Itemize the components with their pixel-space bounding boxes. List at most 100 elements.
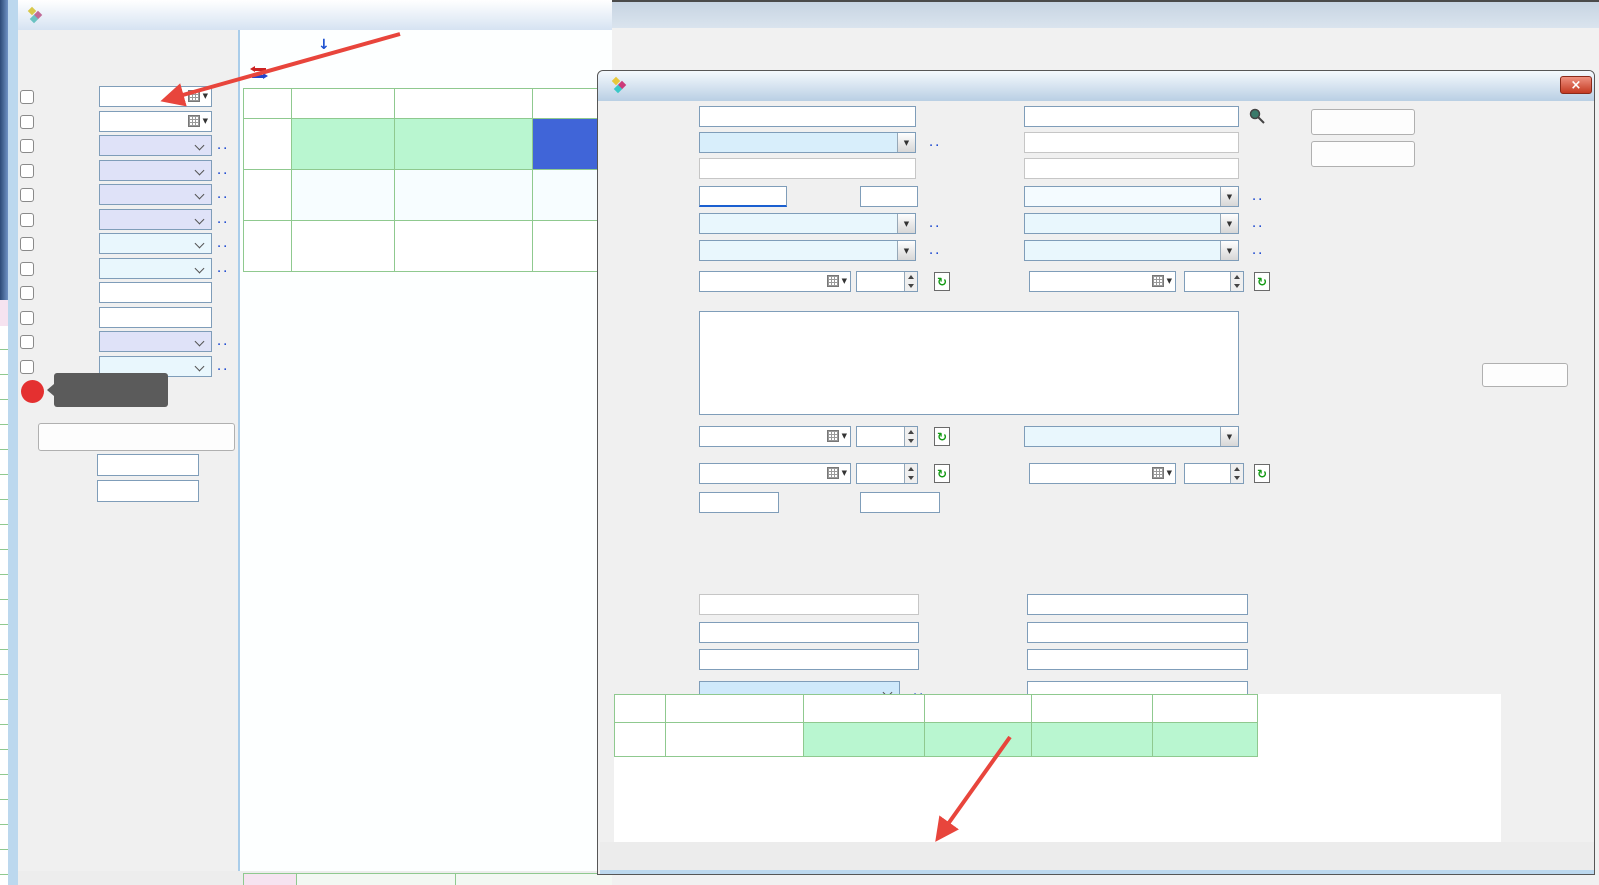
order-no-input[interactable] bbox=[1024, 106, 1239, 127]
seq-input[interactable] bbox=[860, 186, 918, 207]
task-table-header-cell[interactable] bbox=[292, 89, 394, 118]
filter-department-more[interactable]: .. bbox=[217, 236, 229, 251]
time-spinner[interactable] bbox=[904, 427, 917, 446]
dropdown-arrow-icon[interactable]: ▼ bbox=[1167, 277, 1172, 285]
dropdown-arrow-icon[interactable]: ▼ bbox=[203, 117, 208, 125]
time-spinner[interactable] bbox=[904, 272, 917, 291]
calendar-icon[interactable] bbox=[827, 430, 839, 442]
plan-start-time[interactable] bbox=[856, 271, 918, 292]
swap-columns-icon[interactable] bbox=[250, 66, 268, 80]
done-qty-input[interactable] bbox=[699, 492, 779, 513]
process-more[interactable]: .. bbox=[929, 216, 941, 231]
product-combo[interactable]: ▼ bbox=[699, 132, 916, 153]
calendar-icon[interactable] bbox=[188, 90, 200, 102]
dropdown-arrow-icon[interactable]: ▼ bbox=[1220, 427, 1238, 446]
tool-input[interactable] bbox=[1027, 649, 1248, 670]
filter-workshop-more[interactable]: .. bbox=[217, 212, 229, 227]
remark-textarea[interactable] bbox=[699, 311, 1239, 415]
output-row-number[interactable] bbox=[615, 723, 665, 756]
refresh-icon[interactable]: ↻ bbox=[1254, 272, 1270, 291]
dispatch-time[interactable] bbox=[856, 426, 918, 447]
filter-work-center-checkbox[interactable] bbox=[20, 188, 34, 202]
dropdown-arrow-icon[interactable]: ▼ bbox=[203, 92, 208, 100]
batch-filter-input[interactable] bbox=[97, 480, 199, 502]
work-center-more[interactable]: .. bbox=[1252, 216, 1264, 231]
filter-status-combo[interactable] bbox=[99, 135, 212, 156]
filter-work-center-combo[interactable] bbox=[99, 184, 212, 205]
actual-start-date[interactable]: ▼ bbox=[699, 463, 851, 484]
filter-work-center-more[interactable]: .. bbox=[217, 187, 229, 202]
product-more[interactable]: .. bbox=[929, 135, 941, 150]
calendar-icon[interactable] bbox=[1152, 467, 1164, 479]
filter-task-no-input[interactable] bbox=[99, 307, 212, 328]
machine-status-button[interactable] bbox=[1311, 109, 1415, 135]
refresh-icon[interactable]: ↻ bbox=[934, 464, 950, 483]
setup-input[interactable] bbox=[699, 622, 919, 643]
refresh-icon[interactable]: ↻ bbox=[934, 427, 950, 446]
dropdown-arrow-icon[interactable]: ▼ bbox=[897, 133, 915, 152]
status-combo[interactable]: ▼ bbox=[1024, 426, 1239, 447]
filter-owner-checkbox[interactable] bbox=[20, 262, 34, 276]
dept-more[interactable]: .. bbox=[929, 243, 941, 258]
filter-product-combo[interactable] bbox=[99, 331, 212, 352]
task-row-dept-note[interactable] bbox=[292, 119, 394, 169]
filter-process-checkbox[interactable] bbox=[20, 164, 34, 178]
output-header-cell[interactable] bbox=[615, 695, 665, 722]
plan-start-date[interactable]: ▼ bbox=[699, 271, 851, 292]
view-product-button[interactable] bbox=[1311, 141, 1415, 167]
task-row-dept-note[interactable] bbox=[292, 221, 394, 271]
dispatch-date[interactable]: ▼ bbox=[699, 426, 851, 447]
search-icon[interactable] bbox=[1248, 107, 1266, 125]
time-spinner[interactable] bbox=[904, 464, 917, 483]
scrap-qty-input[interactable] bbox=[860, 492, 940, 513]
task-table-header-cell[interactable] bbox=[244, 89, 291, 118]
dropdown-arrow-icon[interactable]: ▼ bbox=[1220, 214, 1238, 233]
actual-end-time[interactable] bbox=[1184, 463, 1244, 484]
close-button[interactable]: × bbox=[1560, 76, 1592, 94]
calendar-icon[interactable] bbox=[827, 275, 839, 287]
workshop-combo[interactable]: ▼ bbox=[1024, 186, 1239, 207]
task-row-number[interactable] bbox=[244, 170, 291, 220]
dropdown-arrow-icon[interactable]: ▼ bbox=[897, 241, 915, 260]
filter-order-no-input[interactable] bbox=[99, 282, 212, 303]
dropdown-arrow-icon[interactable]: ▼ bbox=[1220, 187, 1238, 206]
task-row-workshop[interactable] bbox=[395, 170, 532, 220]
post-process-input[interactable] bbox=[699, 649, 919, 670]
filter-order-no-checkbox[interactable] bbox=[20, 286, 34, 300]
filter-process-more[interactable]: .. bbox=[217, 163, 229, 178]
filter-status-checkbox[interactable] bbox=[20, 139, 34, 153]
filter-customer-more[interactable]: .. bbox=[217, 359, 229, 374]
output-header-cell[interactable] bbox=[1032, 695, 1152, 722]
filter-department-checkbox[interactable] bbox=[20, 237, 34, 251]
actual-start-time[interactable] bbox=[856, 463, 918, 484]
task-table-header-cell[interactable] bbox=[395, 89, 532, 118]
dropdown-arrow-icon[interactable]: ▼ bbox=[897, 214, 915, 233]
output-cell-order-no[interactable] bbox=[666, 723, 803, 756]
output-header-cell[interactable] bbox=[666, 695, 803, 722]
task-row-number[interactable] bbox=[244, 221, 291, 271]
filter-task-no-checkbox[interactable] bbox=[20, 311, 34, 325]
work-center-combo[interactable]: ▼ bbox=[1024, 213, 1239, 234]
secondary-search-button[interactable] bbox=[38, 423, 235, 451]
output-header-cell[interactable] bbox=[1153, 695, 1257, 722]
dropdown-arrow-icon[interactable]: ▼ bbox=[842, 432, 847, 440]
plan-end-time[interactable] bbox=[1184, 271, 1244, 292]
order-remark-input[interactable] bbox=[1027, 594, 1248, 615]
output-cell-time[interactable] bbox=[925, 723, 1031, 756]
workshop-more[interactable]: .. bbox=[1252, 189, 1264, 204]
filter-end-date-field[interactable]: ▼ bbox=[99, 111, 212, 132]
filter-start-date-field[interactable]: ▼ bbox=[99, 86, 212, 107]
actual-end-date[interactable]: ▼ bbox=[1029, 463, 1176, 484]
filter-status-more[interactable]: .. bbox=[217, 138, 229, 153]
output-cell-qty[interactable] bbox=[1032, 723, 1152, 756]
filter-workshop-checkbox[interactable] bbox=[20, 213, 34, 227]
time-spinner[interactable] bbox=[1230, 464, 1243, 483]
calendar-icon[interactable] bbox=[188, 115, 200, 127]
merchandiser-filter-input[interactable] bbox=[97, 454, 199, 476]
task-row-workshop[interactable] bbox=[395, 119, 532, 169]
output-header-cell[interactable] bbox=[925, 695, 1031, 722]
filter-department-combo[interactable] bbox=[99, 233, 212, 254]
dropdown-arrow-icon[interactable]: ▼ bbox=[842, 469, 847, 477]
filter-start-date-checkbox[interactable] bbox=[20, 90, 34, 104]
dropdown-arrow-icon[interactable]: ▼ bbox=[1167, 469, 1172, 477]
